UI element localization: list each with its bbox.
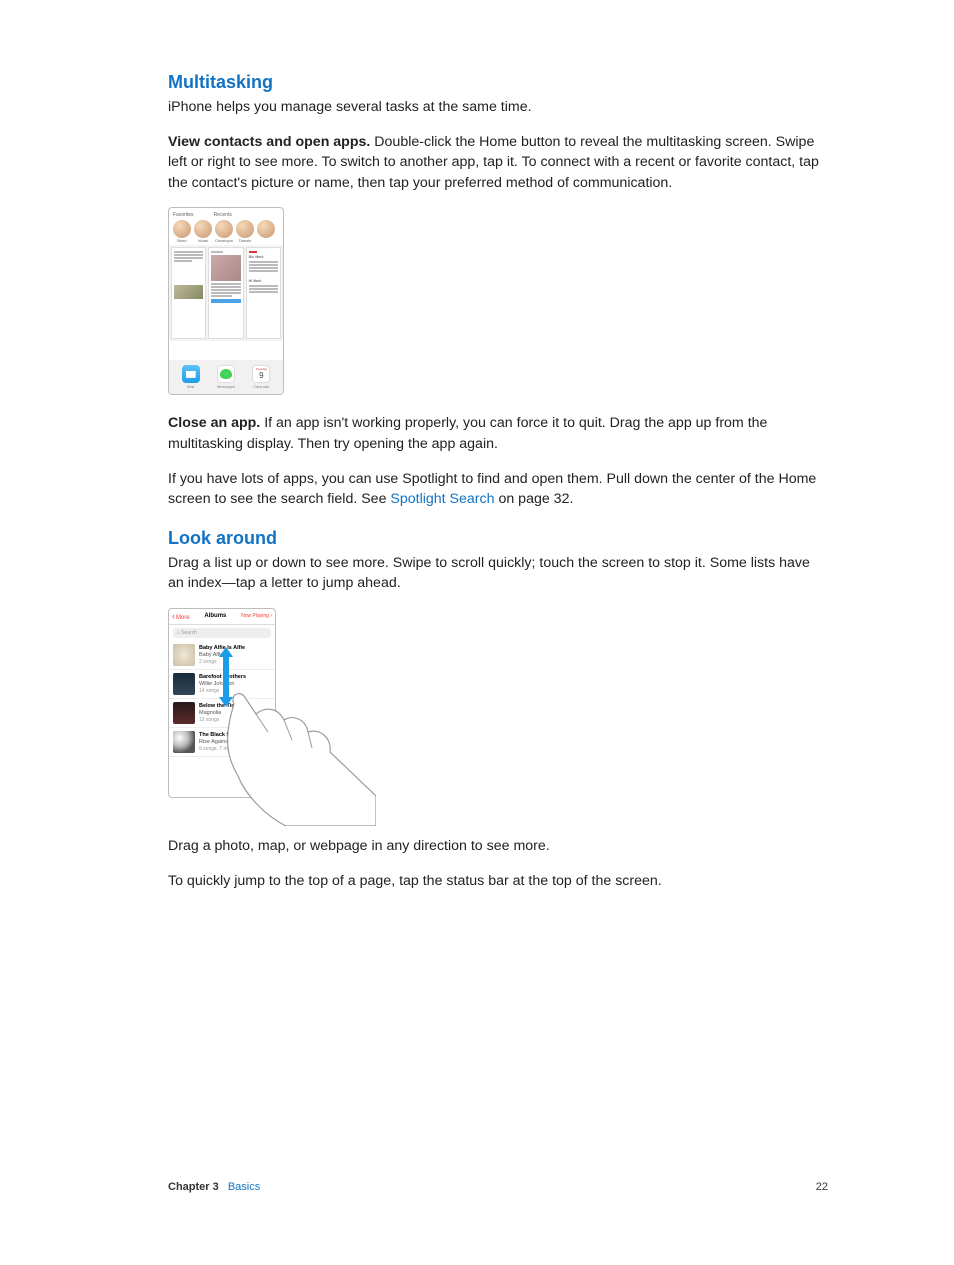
footer-page-number: 22 <box>816 1181 828 1193</box>
para-lookaround-1: Drag a list up or down to see more. Swip… <box>168 553 828 594</box>
page-content: Multitasking iPhone helps you manage sev… <box>168 72 828 905</box>
nav-title: Albums <box>204 613 226 619</box>
album-art <box>173 731 195 753</box>
label-recents: Recents <box>214 212 232 218</box>
avatar <box>194 220 212 238</box>
heading-look-around: Look around <box>168 528 828 549</box>
text-spotlight-b: on page 32. <box>495 491 574 507</box>
nav-back: More <box>172 611 190 621</box>
avatar <box>236 220 254 238</box>
dock-app-messages: Messages <box>215 365 237 389</box>
avatar-name: Tamsin <box>236 238 254 243</box>
para-spotlight: If you have lots of apps, you can use Sp… <box>168 469 828 510</box>
para-view-contacts: View contacts and open apps. Double-clic… <box>168 132 828 194</box>
nav-now-playing: Now Playing › <box>241 614 272 619</box>
dock-app-mail: Mail <box>180 365 202 389</box>
avatar-name: Vivian <box>194 238 212 243</box>
figure-drag-list: More Albums Now Playing › ⌕ Search Baby … <box>168 608 368 818</box>
album-art <box>173 644 195 666</box>
avatar <box>173 220 191 238</box>
footer-chapter-label: Chapter 3 <box>168 1181 219 1193</box>
para-lookaround-2: Drag a photo, map, or webpage in any dir… <box>168 836 828 857</box>
heading-multitasking: Multitasking <box>168 72 828 93</box>
mail-icon <box>182 365 200 383</box>
link-spotlight-search[interactable]: Spotlight Search <box>390 491 494 507</box>
footer-chapter-title: Basics <box>228 1181 260 1193</box>
dock-app-calendar: Tuesday 9 Calendar <box>250 365 272 389</box>
album-art <box>173 702 195 724</box>
album-art <box>173 673 195 695</box>
hand-gesture-icon <box>216 686 376 826</box>
label-favorites: Favorites <box>173 212 194 218</box>
para-lookaround-3: To quickly jump to the top of a page, ta… <box>168 871 828 892</box>
avatar <box>257 220 275 238</box>
para-close-app: Close an app. If an app isn't working pr… <box>168 413 828 454</box>
avatar-name: Brian <box>173 238 191 243</box>
avatar <box>215 220 233 238</box>
calendar-icon: Tuesday 9 <box>252 365 270 383</box>
para-multitasking-intro: iPhone helps you manage several tasks at… <box>168 97 828 118</box>
search-field: ⌕ Search <box>173 628 271 638</box>
figure-multitasking-screenshot: Favorites Recents Brian Vivian Christoph… <box>168 207 284 395</box>
bold-close-app: Close an app. <box>168 415 260 431</box>
messages-icon <box>217 365 235 383</box>
avatar-name: Christopher <box>215 238 233 243</box>
page-footer: Chapter 3 Basics 22 <box>168 1181 828 1193</box>
bold-view-contacts: View contacts and open apps. <box>168 134 370 150</box>
